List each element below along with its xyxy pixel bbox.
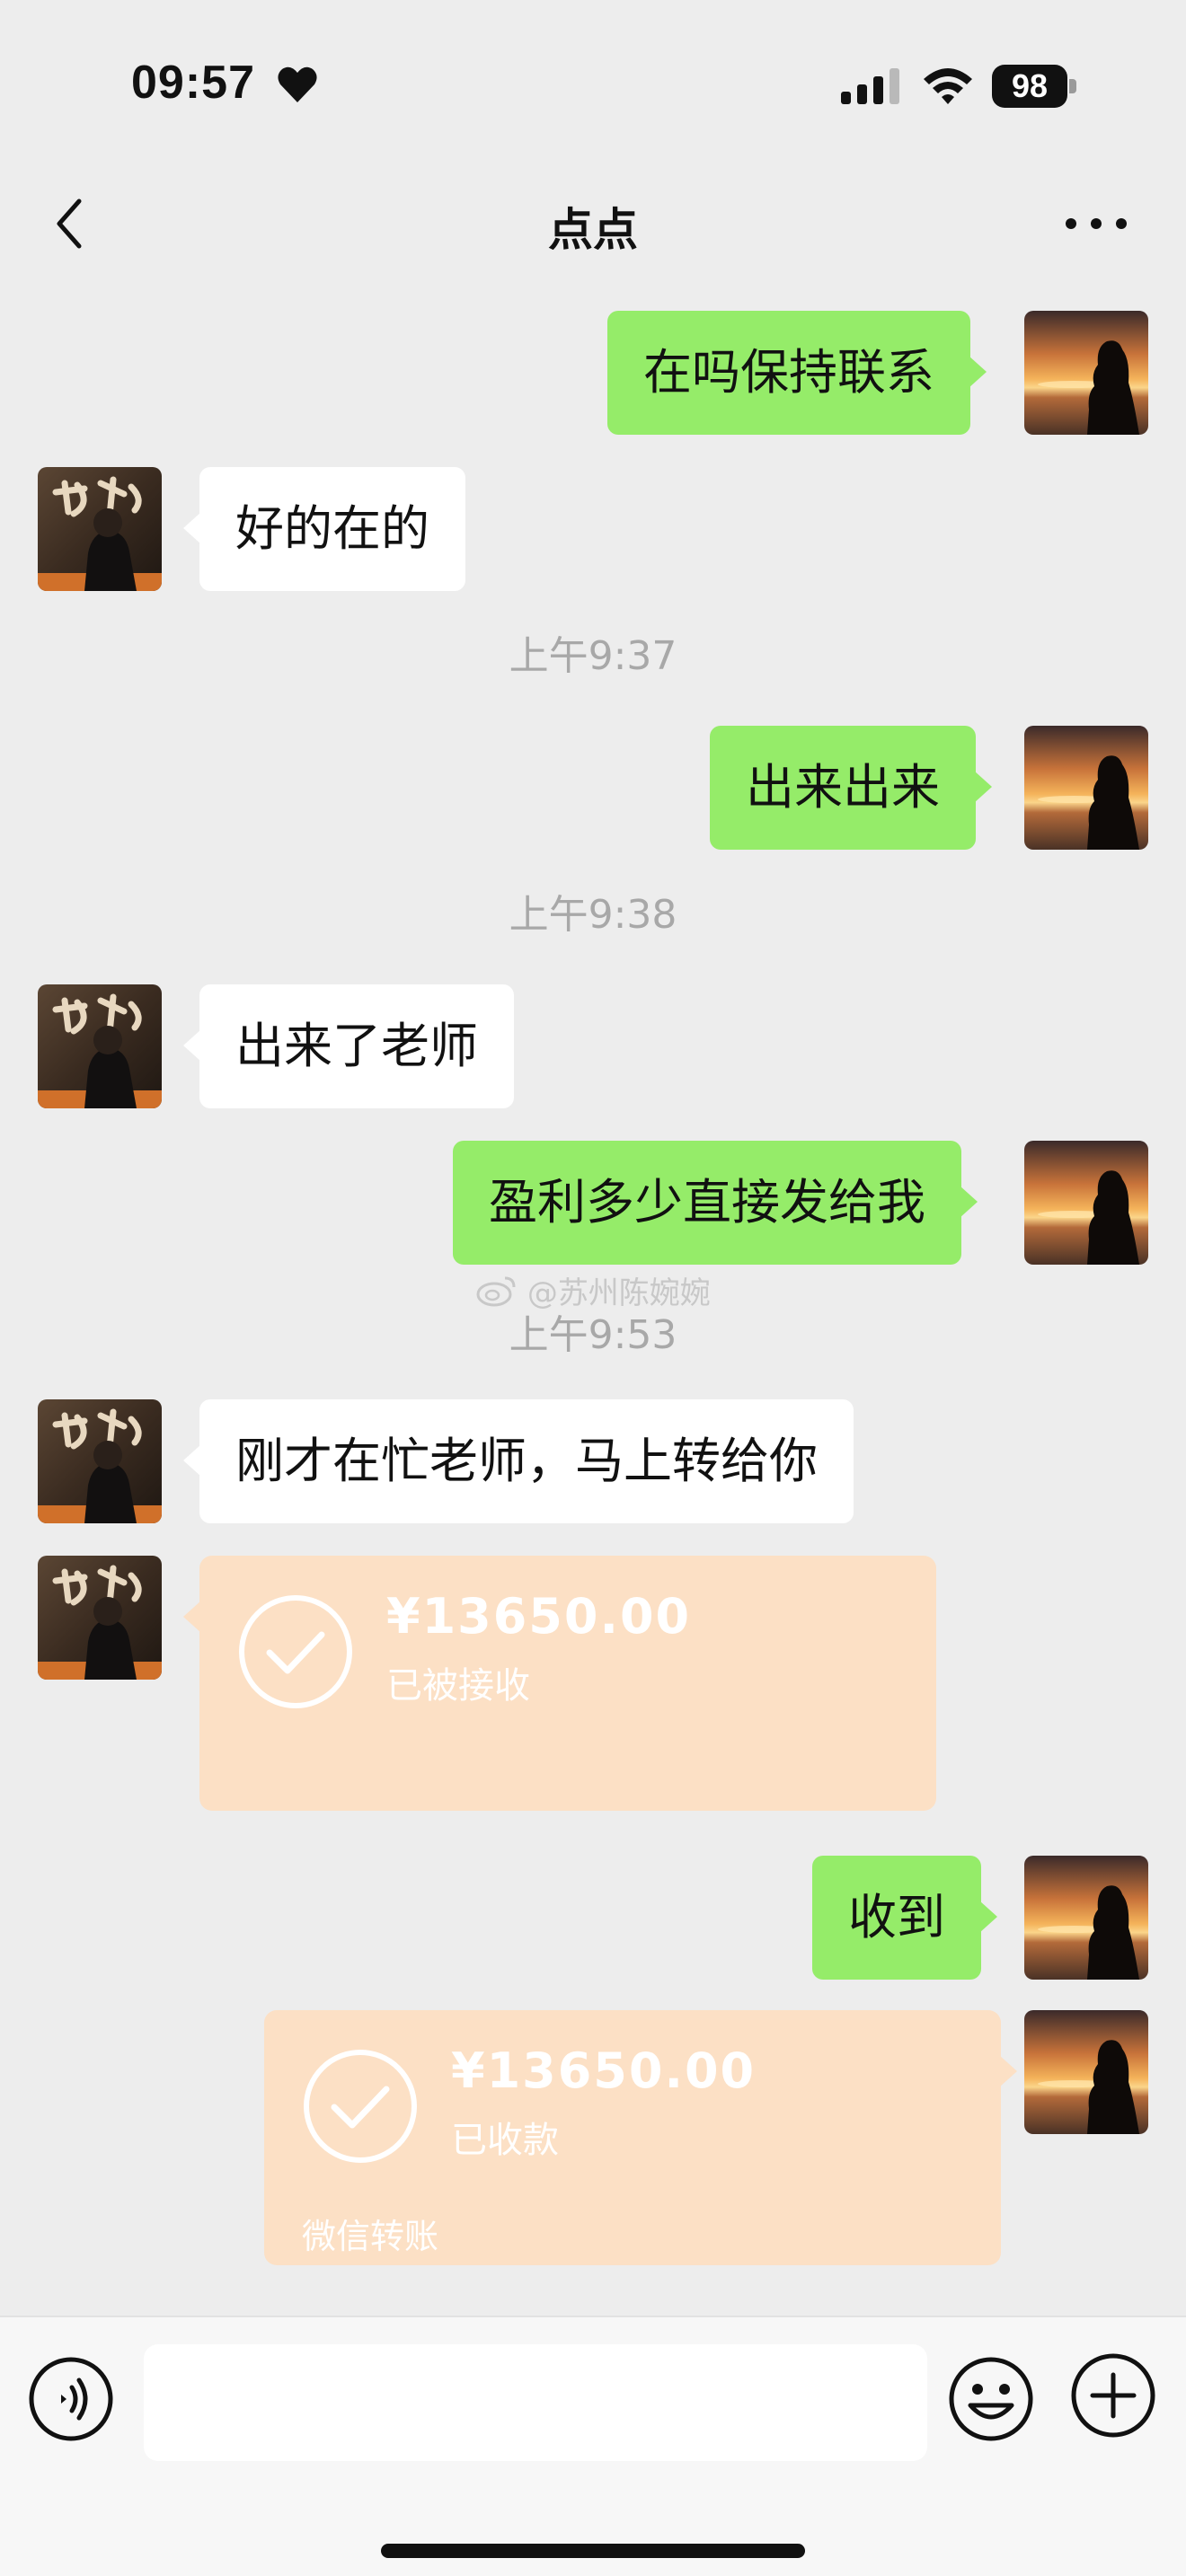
- back-arrow-icon[interactable]: [40, 192, 102, 255]
- transfer-card[interactable]: ¥13650.00 已收款 微信转账: [264, 2010, 1017, 2265]
- check-circle-icon: [237, 1593, 354, 1710]
- sent-message[interactable]: 盈利多少直接发给我: [453, 1141, 978, 1265]
- heart-icon: [278, 66, 317, 102]
- battery-icon: 98: [992, 65, 1076, 108]
- status-bar: 09:57 98: [0, 0, 1186, 171]
- chat-title: 点点: [548, 204, 638, 256]
- sent-message[interactable]: 出来出来: [710, 726, 992, 850]
- message-timestamp: 上午9:38: [509, 892, 677, 938]
- transfer-amount: ¥13650.00: [451, 2042, 757, 2099]
- self-avatar[interactable]: [1024, 1141, 1148, 1265]
- wifi-icon: [924, 68, 972, 104]
- emoji-icon[interactable]: [947, 2355, 1035, 2443]
- input-bar: [0, 2316, 1186, 2576]
- self-avatar[interactable]: [1024, 726, 1148, 850]
- received-message[interactable]: 刚才在忙老师，马上转给你: [183, 1399, 854, 1523]
- transfer-status: 已被接收: [386, 1665, 530, 1707]
- signal-icon: [841, 68, 899, 104]
- plus-icon[interactable]: [1069, 2351, 1157, 2439]
- status-time: 09:57: [131, 57, 255, 109]
- contact-avatar[interactable]: [38, 1556, 162, 1680]
- self-avatar[interactable]: [1024, 2010, 1148, 2134]
- more-dots-icon[interactable]: [1060, 201, 1132, 246]
- contact-avatar[interactable]: [38, 984, 162, 1108]
- received-message[interactable]: 好的在的: [183, 467, 465, 591]
- sent-message[interactable]: 收到: [812, 1856, 997, 1980]
- check-circle-icon: [302, 2048, 419, 2165]
- nav-bar: 点点: [0, 171, 1186, 278]
- message-input[interactable]: [144, 2344, 927, 2461]
- transfer-status: 已收款: [451, 2120, 559, 2161]
- self-avatar[interactable]: [1024, 311, 1148, 435]
- home-indicator[interactable]: [381, 2544, 805, 2558]
- sent-message[interactable]: 在吗保持联系: [607, 311, 987, 435]
- transfer-amount: ¥13650.00: [386, 1588, 692, 1645]
- message-timestamp: 上午9:53: [509, 1312, 677, 1358]
- voice-icon[interactable]: [27, 2355, 115, 2443]
- contact-avatar[interactable]: [38, 1399, 162, 1523]
- self-avatar[interactable]: [1024, 1856, 1148, 1980]
- message-timestamp: 上午9:37: [509, 633, 677, 679]
- battery-level: 98: [1011, 67, 1049, 104]
- transfer-card[interactable]: ¥13650.00 已被接收: [183, 1556, 936, 1811]
- transfer-footer: 微信转账: [302, 2217, 439, 2256]
- received-message[interactable]: 出来了老师: [183, 984, 514, 1108]
- contact-avatar[interactable]: [38, 467, 162, 591]
